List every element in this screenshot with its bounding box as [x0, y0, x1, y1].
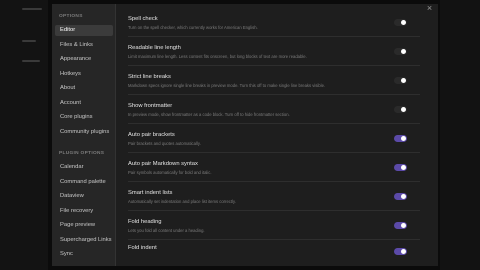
- setting-description: Markdown specs ignore single line breaks…: [128, 83, 326, 88]
- toggle-knob: [401, 223, 406, 228]
- setting-description: Lets you fold all content under a headin…: [128, 228, 205, 233]
- fold-indent-toggle[interactable]: [394, 248, 407, 255]
- sidebar-item-dataview[interactable]: Dataview: [55, 191, 113, 202]
- setting-title: Fold heading: [128, 219, 162, 225]
- toggle-knob: [401, 107, 406, 112]
- setting-title: Auto pair brackets: [128, 132, 175, 138]
- sidebar-item-page-preview[interactable]: Page preview: [55, 220, 113, 231]
- sidebar-item-editor[interactable]: Editor: [55, 25, 113, 36]
- setting-auto-pair-markdown-syntax: Auto pair Markdown syntax Pair symbols a…: [128, 161, 418, 175]
- toggle-knob: [401, 165, 406, 170]
- setting-title: Show frontmatter: [128, 103, 173, 109]
- sidebar-item-account[interactable]: Account: [55, 98, 113, 109]
- readable-line-length-toggle[interactable]: [394, 48, 407, 55]
- setting-title: Readable line length: [128, 45, 181, 51]
- setting-readable-line-length: Readable line length Limit maximum line …: [128, 45, 418, 59]
- sidebar-item-about[interactable]: About: [55, 83, 113, 94]
- divider: [128, 94, 420, 95]
- sidebar-item-appearance[interactable]: Appearance: [55, 54, 113, 65]
- setting-title: Spell check: [128, 16, 158, 22]
- spell-check-toggle[interactable]: [394, 19, 407, 26]
- toggle-knob: [401, 20, 406, 25]
- settings-content: × Spell check Turn on the spell checker,…: [116, 4, 438, 266]
- toggle-knob: [401, 194, 406, 199]
- sidebar-item-calendar[interactable]: Calendar: [55, 162, 113, 173]
- toggle-knob: [401, 249, 406, 254]
- settings-modal: OPTIONS Editor Files & Links Appearance …: [52, 4, 438, 266]
- sidebar-item-core-plugins[interactable]: Core plugins: [55, 112, 113, 123]
- smart-indent-lists-toggle[interactable]: [394, 193, 407, 200]
- setting-description: Pair symbols automatically for bold and …: [128, 170, 212, 175]
- divider: [128, 123, 420, 124]
- close-icon[interactable]: ×: [425, 4, 434, 13]
- toggle-knob: [401, 78, 406, 83]
- sidebar-item-files-links[interactable]: Files & Links: [55, 40, 113, 51]
- right-backdrop: [440, 0, 480, 270]
- auto-pair-brackets-toggle[interactable]: [394, 135, 407, 142]
- strict-line-breaks-toggle[interactable]: [394, 77, 407, 84]
- backdrop-line: [22, 8, 42, 10]
- setting-title: Fold indent: [128, 245, 157, 251]
- sidebar-item-sync[interactable]: Sync: [55, 249, 113, 260]
- setting-title: Strict line breaks: [128, 74, 171, 80]
- setting-title: Auto pair Markdown syntax: [128, 161, 198, 167]
- setting-spell-check: Spell check Turn on the spell checker, w…: [128, 16, 418, 30]
- setting-description: In preview mode, show frontmatter as a c…: [128, 112, 290, 117]
- divider: [128, 181, 420, 182]
- setting-description: Limit maximum line length. Less content …: [128, 54, 307, 59]
- setting-title: Smart indent lists: [128, 190, 173, 196]
- plugin-options-section-title: PLUGIN OPTIONS: [59, 151, 105, 156]
- setting-fold-indent: Fold indent: [128, 245, 418, 251]
- backdrop-line: [22, 40, 36, 42]
- left-backdrop: [0, 0, 48, 270]
- setting-description: Pair brackets and quotes automatically.: [128, 141, 201, 146]
- sidebar-item-hotkeys[interactable]: Hotkeys: [55, 69, 113, 80]
- divider: [128, 65, 420, 66]
- divider: [128, 239, 420, 240]
- setting-smart-indent-lists: Smart indent lists Automatically set ind…: [128, 190, 418, 204]
- divider: [128, 152, 420, 153]
- setting-fold-heading: Fold heading Lets you fold all content u…: [128, 219, 418, 233]
- sidebar-item-file-recovery[interactable]: File recovery: [55, 206, 113, 217]
- setting-strict-line-breaks: Strict line breaks Markdown specs ignore…: [128, 74, 418, 88]
- settings-sidebar: OPTIONS Editor Files & Links Appearance …: [52, 4, 116, 266]
- toggle-knob: [401, 136, 406, 141]
- fold-heading-toggle[interactable]: [394, 222, 407, 229]
- setting-show-frontmatter: Show frontmatter In preview mode, show f…: [128, 103, 418, 117]
- sidebar-item-community-plugins[interactable]: Community plugins: [55, 127, 113, 138]
- toggle-knob: [401, 49, 406, 54]
- setting-auto-pair-brackets: Auto pair brackets Pair brackets and quo…: [128, 132, 418, 146]
- sidebar-item-supercharged-links[interactable]: Supercharged Links: [55, 235, 113, 246]
- setting-description: Turn on the spell checker, which current…: [128, 25, 258, 30]
- show-frontmatter-toggle[interactable]: [394, 106, 407, 113]
- sidebar-item-command-palette[interactable]: Command palette: [55, 177, 113, 188]
- divider: [128, 36, 420, 37]
- options-section-title: OPTIONS: [59, 14, 83, 19]
- divider: [128, 210, 420, 211]
- backdrop-line: [22, 60, 40, 62]
- auto-pair-markdown-syntax-toggle[interactable]: [394, 164, 407, 171]
- setting-description: Automatically set indentation and place …: [128, 199, 236, 204]
